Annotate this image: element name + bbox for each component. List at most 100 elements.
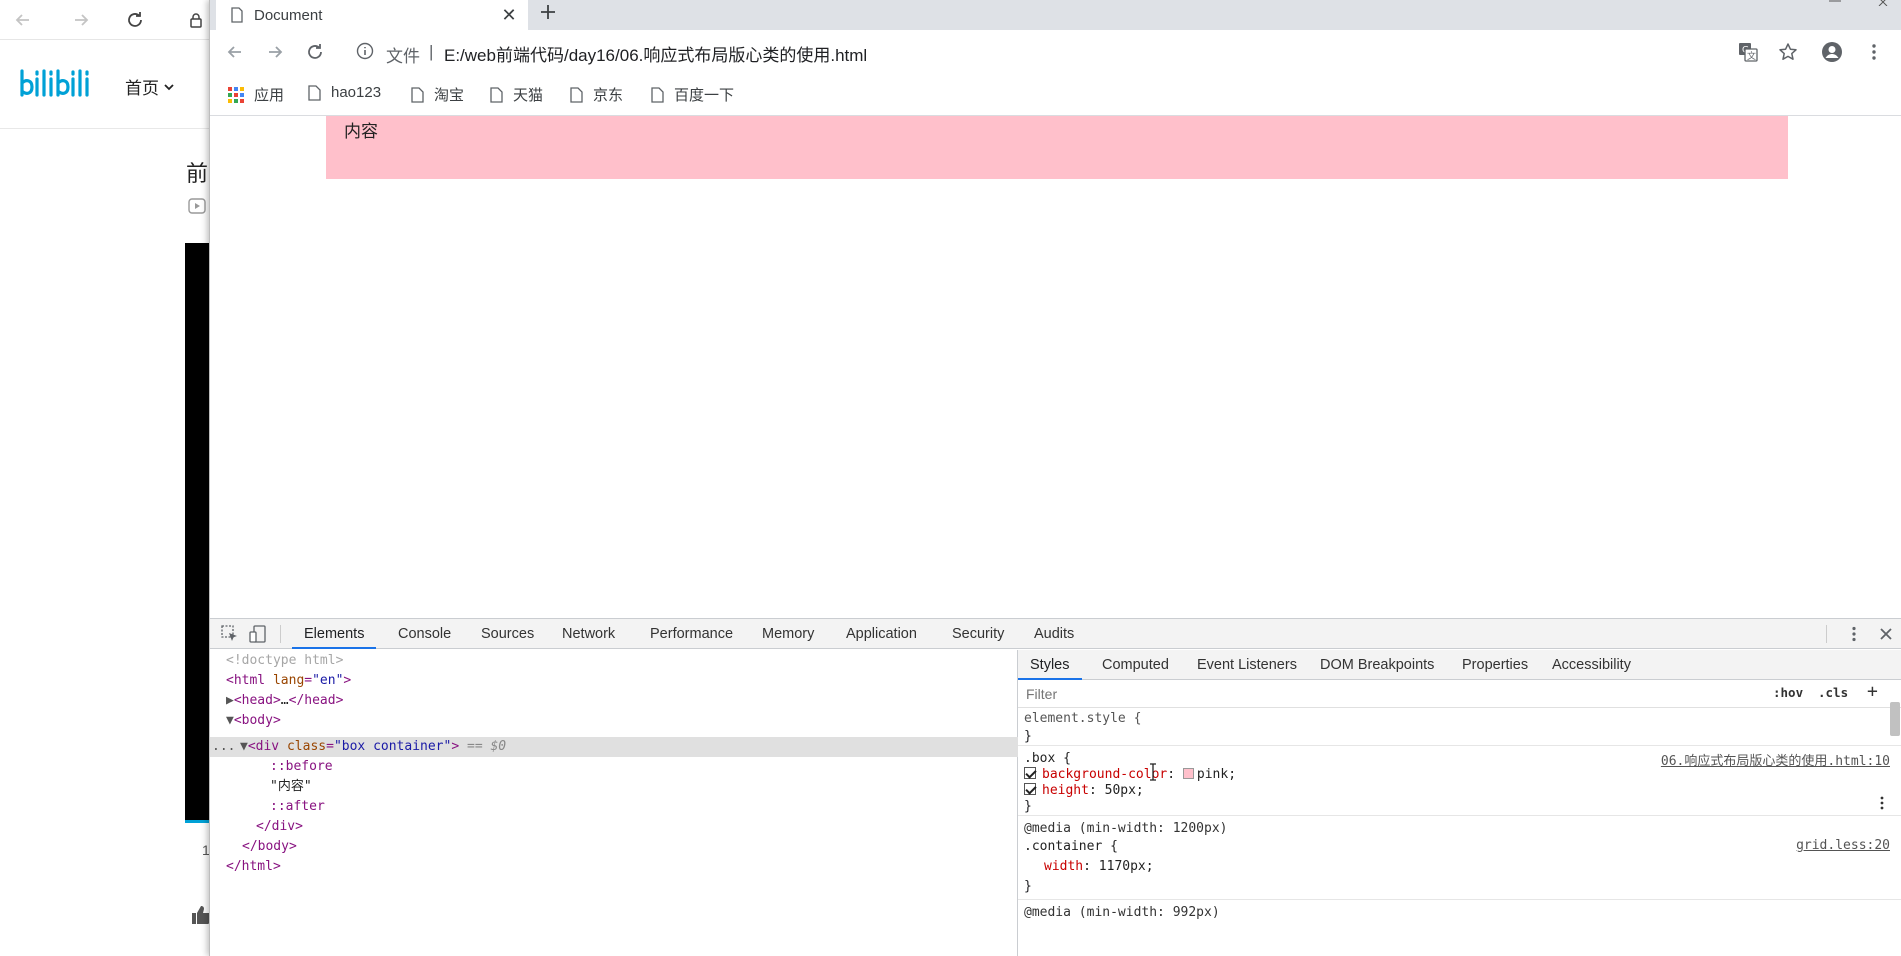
property-value[interactable]: pink; — [1197, 767, 1236, 782]
play-icon — [188, 198, 206, 217]
tab-styles[interactable]: Styles — [1018, 650, 1082, 680]
bookmark-apps[interactable]: 应用 — [228, 84, 284, 105]
declaration-checkbox[interactable] — [1024, 783, 1036, 795]
forward-arrow-icon[interactable] — [262, 39, 288, 65]
tab-document[interactable]: Document ✕ — [216, 0, 528, 30]
back-arrow-icon[interactable] — [10, 7, 36, 33]
tag-name: head — [241, 693, 273, 708]
bookmark-baidu[interactable]: 百度一下 — [651, 84, 734, 105]
dom-pseudo-before[interactable]: ::before — [270, 757, 333, 777]
node-actions-ellipsis[interactable]: ... — [212, 737, 235, 757]
dom-body-open[interactable]: ▼<body> — [226, 711, 281, 731]
tab-security[interactable]: Security — [952, 619, 1004, 649]
rule-source-link[interactable]: grid.less:20 — [1796, 838, 1890, 853]
collapse-triangle-icon[interactable]: ▼ — [226, 713, 234, 728]
tab-event-listeners[interactable]: Event Listeners — [1197, 650, 1297, 680]
dom-doctype[interactable]: <!doctype html> — [226, 651, 343, 671]
inspect-element-icon[interactable] — [220, 624, 240, 644]
page-icon — [231, 7, 243, 23]
background-browser-window: 首页 前 1 — [0, 0, 210, 956]
reload-icon[interactable] — [302, 39, 328, 65]
tab-network[interactable]: Network — [562, 619, 615, 649]
dom-body-close[interactable]: </body> — [242, 837, 297, 857]
tab-performance[interactable]: Performance — [650, 619, 733, 649]
close-window-icon[interactable] — [1878, 0, 1892, 6]
devtools-menu-icon[interactable] — [1844, 624, 1864, 644]
bookmark-tmall[interactable]: 天猫 — [490, 84, 543, 105]
tab-computed[interactable]: Computed — [1102, 650, 1169, 680]
svg-text:文: 文 — [1747, 50, 1756, 62]
declaration-height: height: 50px; — [1024, 782, 1144, 800]
close-devtools-icon[interactable] — [1876, 624, 1896, 644]
bookmark-hao123[interactable]: hao123 — [308, 84, 381, 101]
menu-kebab-icon[interactable] — [1862, 40, 1886, 64]
reload-icon[interactable] — [122, 7, 148, 33]
star-bookmark-icon[interactable] — [1776, 40, 1800, 64]
cls-toggle-button[interactable]: .cls — [1818, 685, 1848, 700]
dom-div-selected[interactable]: ▼<div class="box container"> == $0 — [240, 737, 506, 757]
declaration-width: width: 1170px; — [1044, 859, 1154, 874]
tab-audits[interactable]: Audits — [1034, 619, 1074, 649]
plus-icon — [541, 5, 555, 19]
info-icon[interactable] — [356, 42, 374, 63]
dom-pseudo-after[interactable]: ::after — [270, 797, 325, 817]
dom-head-collapsed[interactable]: ▶<head>…</head> — [226, 691, 343, 711]
property-value[interactable]: 50px; — [1105, 783, 1144, 798]
dom-div-close[interactable]: </div> — [256, 817, 303, 837]
property-name[interactable]: width — [1044, 859, 1083, 874]
rule-container-media-992: @media (min-width: 992px) — [1018, 900, 1901, 956]
styles-filter-row: :hov .cls + — [1018, 680, 1901, 708]
property-value[interactable]: 1170px; — [1099, 859, 1154, 874]
rule-menu-icon[interactable] — [1880, 796, 1884, 814]
text-cursor-icon — [1148, 763, 1158, 784]
new-style-rule-button[interactable]: + — [1867, 681, 1878, 702]
styles-scrollbar-thumb[interactable] — [1890, 702, 1900, 736]
rule-close-brace: } — [1024, 729, 1032, 744]
hov-toggle-button[interactable]: :hov — [1773, 685, 1803, 700]
close-tab-icon[interactable]: ✕ — [498, 4, 520, 26]
file-scheme-label: 文件 — [386, 47, 420, 66]
page-viewport: 内容 — [210, 116, 1901, 620]
box-content-text: 内容 — [344, 122, 378, 141]
dom-html-open[interactable]: <html lang="en"> — [226, 671, 351, 691]
bookmark-taobao[interactable]: 淘宝 — [411, 84, 464, 105]
back-arrow-icon[interactable] — [222, 39, 248, 65]
color-swatch[interactable] — [1182, 768, 1194, 779]
url-input[interactable]: E:/web前端代码/day16/06.响应式布局版心类的使用.html — [444, 41, 867, 66]
dom-text-node[interactable]: "内容" — [270, 777, 312, 797]
rule-close-brace: } — [1024, 879, 1032, 894]
bilibili-logo[interactable] — [18, 67, 96, 104]
tab-sources[interactable]: Sources — [481, 619, 534, 649]
bookmark-jd[interactable]: 京东 — [570, 84, 623, 105]
page-icon — [490, 86, 503, 103]
minimize-icon[interactable] — [1828, 0, 1842, 4]
url-separator: | — [429, 42, 434, 61]
video-player[interactable] — [185, 243, 210, 823]
styles-sidebar: Styles Computed Event Listeners DOM Brea… — [1018, 650, 1901, 956]
tab-properties[interactable]: Properties — [1462, 650, 1528, 680]
collapse-triangle-icon[interactable]: ▼ — [240, 739, 248, 754]
forward-arrow-icon[interactable] — [68, 7, 94, 33]
rule-selector[interactable]: element.style { — [1024, 710, 1141, 728]
profile-avatar-icon[interactable] — [1820, 40, 1844, 64]
nav-home-link[interactable]: 首页 — [125, 74, 175, 99]
tab-console[interactable]: Console — [398, 619, 451, 649]
property-name[interactable]: height — [1042, 783, 1089, 798]
dom-html-close[interactable]: </html> — [226, 857, 281, 877]
tab-dom-breakpoints[interactable]: DOM Breakpoints — [1320, 650, 1434, 680]
tab-memory[interactable]: Memory — [762, 619, 814, 649]
tab-elements[interactable]: Elements — [292, 619, 377, 649]
styles-filter-input[interactable] — [1026, 684, 1426, 704]
translate-icon[interactable]: G文 — [1736, 40, 1760, 64]
device-toolbar-icon[interactable] — [248, 624, 268, 644]
rule-selector[interactable]: .container { — [1024, 838, 1118, 856]
expand-triangle-icon[interactable]: ▶ — [226, 693, 234, 708]
devtools-panel: Elements Console Sources Network Perform… — [210, 618, 1901, 956]
tab-application[interactable]: Application — [846, 619, 917, 649]
tab-accessibility[interactable]: Accessibility — [1552, 650, 1631, 680]
like-icon[interactable] — [190, 904, 210, 929]
new-tab-button[interactable] — [533, 0, 563, 24]
ellipsis: … — [280, 693, 289, 708]
declaration-checkbox[interactable] — [1024, 767, 1036, 779]
rule-source-link[interactable]: 06.响应式布局版心类的使用.html:10 — [1661, 750, 1890, 769]
